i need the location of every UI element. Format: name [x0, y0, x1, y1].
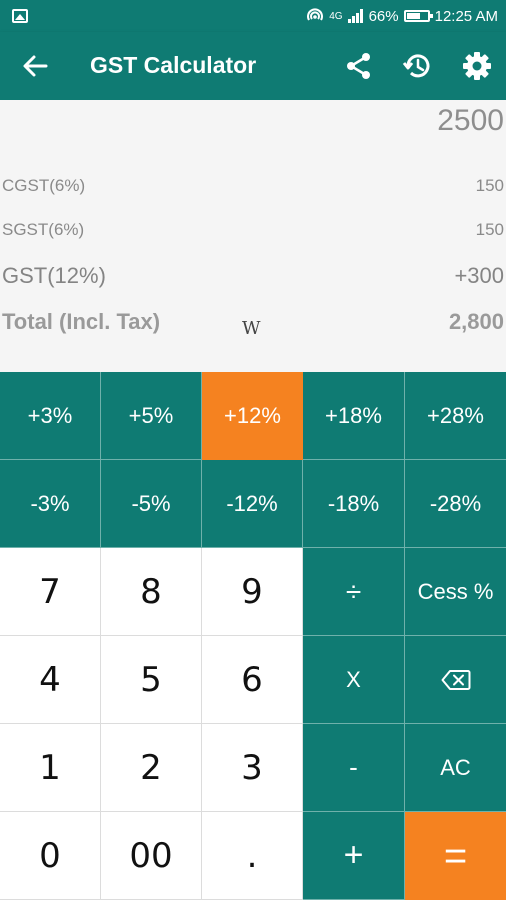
sub-3-percent-button[interactable]: -3% [0, 460, 101, 548]
cgst-label: CGST(6%) [2, 176, 86, 195]
backspace-icon [441, 669, 470, 690]
gst-value: +300 [454, 263, 504, 288]
digit-2-button[interactable]: 2 [101, 724, 202, 812]
digit-9-button[interactable]: 9 [202, 548, 303, 636]
cgst-value: 150 [475, 176, 504, 195]
page-title: GST Calculator [90, 52, 257, 78]
digit-5-button[interactable]: 5 [101, 636, 202, 724]
divide-button[interactable]: ÷ [303, 548, 405, 636]
cess-percent-button[interactable]: Cess % [405, 548, 506, 636]
network-type-label: 4G [329, 10, 343, 22]
cgst-row: CGST(6%) 150 [2, 176, 504, 196]
equals-button[interactable]: = [405, 812, 506, 900]
sgst-value: 150 [475, 220, 504, 239]
signal-strength-icon [347, 9, 363, 23]
sgst-label: SGST(6%) [2, 220, 85, 239]
sub-28-percent-button[interactable]: -28% [405, 460, 506, 548]
battery-percent: 66% [368, 7, 399, 25]
history-icon[interactable] [402, 51, 432, 81]
digit-4-button[interactable]: 4 [0, 636, 101, 724]
status-right: 4G 66% 12:25 AM [306, 6, 498, 26]
share-icon[interactable] [344, 51, 374, 81]
all-clear-button[interactable]: AC [405, 724, 506, 812]
sub-5-percent-button[interactable]: -5% [101, 460, 202, 548]
sub-18-percent-button[interactable]: -18% [303, 460, 405, 548]
gst-row: GST(12%) +300 [2, 263, 504, 289]
hotspot-icon [307, 8, 324, 21]
total-label: Total (Incl. Tax) [2, 309, 161, 334]
input-value: 2500 [437, 104, 504, 137]
add-12-percent-button[interactable]: +12% [202, 372, 303, 460]
total-value: 2,800 [448, 309, 504, 334]
digit-8-button[interactable]: 8 [101, 548, 202, 636]
sgst-row: SGST(6%) 150 [2, 220, 504, 240]
decimal-point-button[interactable]: . [202, 812, 303, 900]
minus-button[interactable]: - [303, 724, 405, 812]
digit-3-button[interactable]: 3 [202, 724, 303, 812]
multiply-button[interactable]: X [303, 636, 405, 724]
add-3-percent-button[interactable]: +3% [0, 372, 101, 460]
clock: 12:25 AM [434, 7, 498, 25]
digit-7-button[interactable]: 7 [0, 548, 101, 636]
digit-0-button[interactable]: 0 [0, 812, 101, 900]
app-bar: GST Calculator [0, 32, 506, 100]
image-notification-icon [12, 9, 28, 23]
add-18-percent-button[interactable]: +18% [303, 372, 405, 460]
plus-button[interactable]: + [303, 812, 405, 900]
digit-1-button[interactable]: 1 [0, 724, 101, 812]
add-5-percent-button[interactable]: +5% [101, 372, 202, 460]
status-bar: 4G 66% 12:25 AM [0, 0, 506, 32]
gst-label: GST(12%) [2, 263, 106, 288]
watermark: W [242, 318, 261, 339]
keypad: +3% +5% +12% +18% +28% -3% -5% -12% -18%… [0, 372, 506, 900]
settings-icon[interactable] [462, 51, 492, 81]
backspace-button[interactable] [405, 636, 506, 724]
result-display: 2500 CGST(6%) 150 SGST(6%) 150 GST(12%) … [0, 100, 506, 372]
battery-icon [403, 10, 433, 22]
double-zero-button[interactable]: 00 [101, 812, 202, 900]
digit-6-button[interactable]: 6 [202, 636, 303, 724]
add-28-percent-button[interactable]: +28% [405, 372, 506, 460]
sub-12-percent-button[interactable]: -12% [202, 460, 303, 548]
back-arrow-icon[interactable] [20, 52, 50, 80]
